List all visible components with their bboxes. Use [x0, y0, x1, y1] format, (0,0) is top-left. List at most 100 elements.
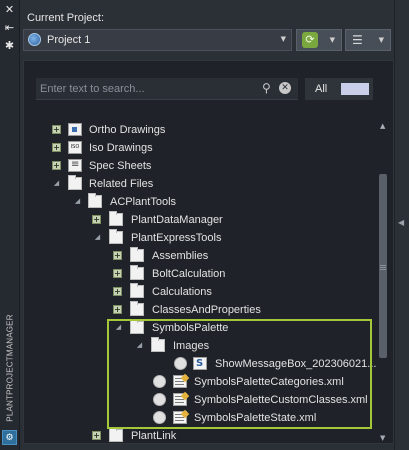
collapse-icon[interactable]: ◢: [135, 341, 144, 350]
tree-item-related-files[interactable]: ◢ Related Files: [24, 175, 376, 193]
tree-item-classesandproperties[interactable]: + ClassesAndProperties: [24, 301, 376, 319]
status-circle-icon: [174, 357, 187, 370]
xml-file-icon: [173, 411, 187, 424]
scrollbar-thumb[interactable]: [379, 174, 387, 358]
project-manager-icon[interactable]: ⚙: [2, 430, 17, 445]
folder-icon: [130, 265, 144, 280]
chevron-down-icon: ▼: [280, 35, 286, 43]
powershell-file-icon: [193, 357, 207, 370]
close-icon[interactable]: ✕: [4, 4, 15, 15]
xml-file-icon: [173, 393, 187, 406]
collapse-icon[interactable]: ◢: [52, 179, 61, 188]
sync-button[interactable]: ⟳ ▼: [296, 29, 342, 51]
palette-side-strip: ✕ ⇤ ✱ PLANTPROJECTMANAGER ⚙: [0, 0, 20, 450]
search-box: ⚲ ✕: [36, 78, 298, 100]
folder-icon: [109, 427, 123, 442]
tree-item-label: SymbolsPaletteState.xml: [194, 412, 317, 424]
tree-item-acplanttools[interactable]: ◢ ACPlantTools: [24, 193, 376, 211]
folder-icon: [130, 319, 144, 334]
palette-right-strip: ◀: [394, 0, 409, 450]
palette-title-vertical: PLANTPROJECTMANAGER: [5, 314, 14, 422]
tree-item-showmessagebox[interactable]: ShowMessageBox_202306021...: [24, 355, 376, 373]
tree-item-label: SymbolsPaletteCustomClasses.xml: [194, 394, 368, 406]
folder-icon: [109, 211, 123, 226]
collapse-icon[interactable]: ◢: [93, 233, 102, 242]
tree-item-label: SymbolsPalette: [152, 322, 229, 334]
clear-search-icon[interactable]: ✕: [279, 82, 291, 94]
expand-icon[interactable]: +: [92, 215, 101, 224]
folder-icon: [130, 301, 144, 316]
spec-sheet-icon: [68, 159, 82, 172]
tree-item-label: PlantDataManager: [131, 214, 223, 226]
collapse-icon[interactable]: ◢: [114, 323, 123, 332]
current-project-label: Current Project:: [27, 12, 105, 24]
tree-item-symbolspalettecategories[interactable]: SymbolsPaletteCategories.xml: [24, 373, 376, 391]
tree-item-label: Ortho Drawings: [89, 124, 166, 136]
status-circle-icon: [153, 411, 166, 424]
status-circle-icon: [153, 393, 166, 406]
tree-item-assemblies[interactable]: + Assemblies: [24, 247, 376, 265]
pin-icon[interactable]: ⇤: [4, 22, 15, 33]
tree-item-label: Iso Drawings: [89, 142, 153, 154]
project-tree: + Ortho Drawings + Iso Drawings + Spec S…: [24, 118, 376, 443]
expand-icon[interactable]: +: [113, 251, 122, 260]
scroll-down-icon[interactable]: ▼: [380, 434, 385, 442]
expand-icon[interactable]: +: [92, 431, 101, 440]
filter-swatch: [341, 83, 369, 95]
expand-icon[interactable]: +: [113, 305, 122, 314]
expand-icon[interactable]: +: [113, 287, 122, 296]
tree-item-label: Spec Sheets: [89, 160, 152, 172]
expand-icon[interactable]: +: [113, 269, 122, 278]
expand-icon[interactable]: +: [52, 161, 61, 170]
folder-icon: [109, 229, 123, 244]
tree-item-ortho-drawings[interactable]: + Ortho Drawings: [24, 121, 376, 139]
scroll-grip-icon: [380, 265, 386, 266]
folder-icon: [130, 283, 144, 298]
filter-label: All: [315, 83, 328, 95]
scroll-up-icon[interactable]: ▲: [380, 122, 385, 130]
tree-item-label: SymbolsPaletteCategories.xml: [194, 376, 344, 388]
expand-icon[interactable]: +: [52, 143, 61, 152]
tree-item-iso-drawings[interactable]: + Iso Drawings: [24, 139, 376, 157]
tree-item-symbolspalettestate[interactable]: SymbolsPaletteState.xml: [24, 409, 376, 427]
tree-item-label: ClassesAndProperties: [152, 304, 261, 316]
search-icon[interactable]: ⚲: [262, 81, 271, 95]
tree-item-label: PlantLink: [131, 430, 177, 442]
tree-item-calculations[interactable]: + Calculations: [24, 283, 376, 301]
tree-item-label: ShowMessageBox_202306021...: [215, 358, 376, 370]
tree-item-label: BoltCalculation: [152, 268, 226, 280]
settings-icon[interactable]: ✱: [4, 40, 15, 51]
project-name: Project 1: [47, 34, 91, 46]
tree-item-symbolspalette[interactable]: ◢ SymbolsPalette: [24, 319, 376, 337]
tree-item-plantlink[interactable]: + PlantLink: [24, 427, 376, 443]
tree-item-spec-sheets[interactable]: + Spec Sheets: [24, 157, 376, 175]
collapse-icon[interactable]: ◢: [73, 197, 82, 206]
sync-icon: ⟳: [302, 32, 318, 48]
tree-item-label: Calculations: [152, 286, 212, 298]
iso-drawing-icon: [68, 141, 82, 154]
status-circle-icon: [153, 375, 166, 388]
tree-item-label: Assemblies: [152, 250, 209, 262]
project-dropdown[interactable]: Project 1 ▼: [23, 29, 292, 51]
tree-item-label: PlantExpressTools: [131, 232, 222, 244]
chevron-down-icon: ▼: [329, 36, 335, 44]
tree-item-label: ACPlantTools: [110, 196, 177, 208]
filter-button[interactable]: All: [305, 78, 373, 100]
tree-item-images[interactable]: ◢ Images: [24, 337, 376, 355]
expand-icon[interactable]: +: [52, 125, 61, 134]
tree-item-plantexpresstools[interactable]: ◢ PlantExpressTools: [24, 229, 376, 247]
search-input[interactable]: [40, 80, 256, 97]
ortho-drawing-icon: [68, 123, 82, 136]
collapse-panel-icon[interactable]: ◀: [398, 218, 404, 227]
globe-icon: [28, 33, 41, 46]
folder-icon: [130, 247, 144, 262]
tree-item-label: Images: [173, 340, 210, 352]
folder-icon: [68, 175, 82, 190]
chevron-down-icon: ▼: [378, 36, 384, 44]
vertical-scrollbar[interactable]: ▲ ▼: [377, 122, 389, 442]
tree-item-symbolspalettecustomclasses[interactable]: SymbolsPaletteCustomClasses.xml: [24, 391, 376, 409]
menu-button[interactable]: ☰ ▼: [345, 29, 391, 51]
tree-item-boltcalculation[interactable]: + BoltCalculation: [24, 265, 376, 283]
tree-item-plantdatamanager[interactable]: + PlantDataManager: [24, 211, 376, 229]
xml-file-icon: [173, 375, 187, 388]
